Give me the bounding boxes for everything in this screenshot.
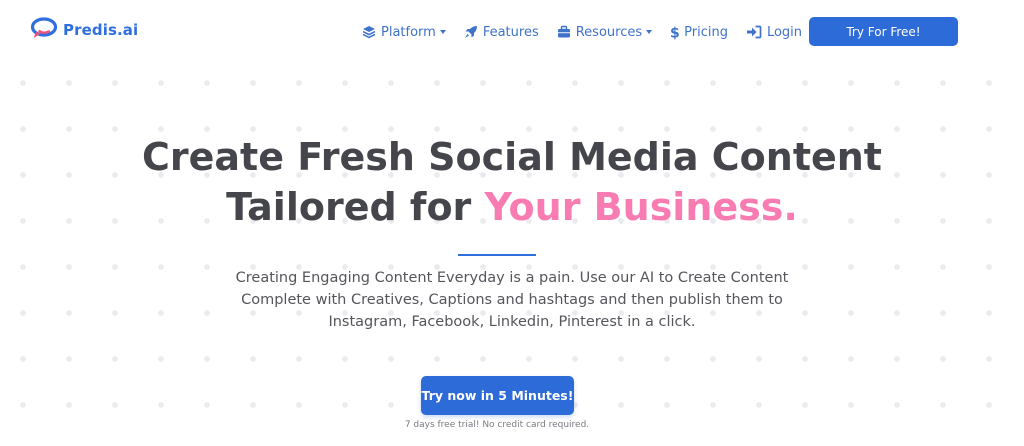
nav-item-label: Resources (575, 24, 643, 40)
nav-item-platform[interactable]: Platform (362, 25, 446, 40)
brand-name: Predis.ai (63, 21, 139, 39)
rocket-icon (464, 25, 478, 39)
hero-title-line2-prefix: Tailored for (226, 185, 485, 229)
nav-item-login[interactable]: Login (746, 25, 802, 40)
try-now-button[interactable]: Try now in 5 Minutes! (421, 376, 574, 415)
nav-item-label: Platform (381, 24, 436, 40)
nav-item-label: Pricing (684, 24, 728, 40)
chevron-down-icon (439, 30, 446, 34)
try-for-free-button[interactable]: Try For Free! (809, 17, 958, 46)
layers-icon (362, 25, 376, 39)
nav-item-features[interactable]: Features (464, 25, 539, 40)
hero-title-accent: Your Business. (484, 185, 798, 229)
nav-item-label: Login (766, 24, 803, 40)
hero-title: Create Fresh Social Media Content Tailor… (0, 132, 1024, 232)
title-divider (458, 254, 536, 256)
svg-text:$: $ (670, 25, 679, 40)
chevron-down-icon (646, 30, 653, 34)
main-nav: Platform Features Resources $ Pricing Lo… (362, 22, 820, 42)
nav-item-resources[interactable]: Resources (557, 24, 653, 40)
hero-description: Creating Engaging Content Everyday is a … (235, 270, 789, 330)
login-icon (746, 25, 762, 39)
site-header: Predis.ai Platform Features Resources $ … (0, 0, 1024, 62)
trial-note: 7 days free trial! No credit card requir… (404, 420, 590, 430)
landing-page: Predis.ai Platform Features Resources $ … (0, 0, 1024, 446)
hero-title-line1: Create Fresh Social Media Content (142, 135, 882, 179)
brand-logo[interactable]: Predis.ai (30, 17, 138, 43)
nav-item-pricing[interactable]: $ Pricing (670, 25, 728, 40)
speech-bubble-logo-icon (30, 17, 58, 43)
dollar-icon: $ (670, 25, 679, 40)
briefcase-icon (557, 25, 571, 39)
nav-item-label: Features (482, 24, 539, 40)
